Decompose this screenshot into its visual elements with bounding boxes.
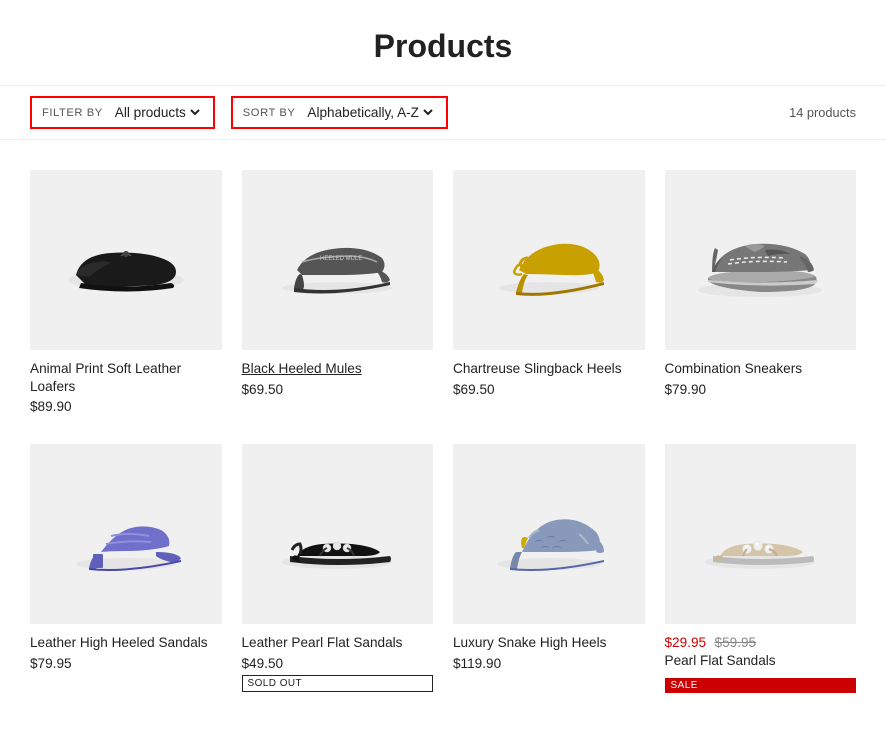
product-card: Luxury Snake High Heels $119.90 — [453, 444, 645, 693]
sort-group: SORT BY Alphabetically, A-Z Alphabetical… — [231, 96, 449, 129]
shoe-illustration-snake — [484, 494, 614, 574]
product-price: $89.90 — [30, 399, 222, 414]
product-card: HEELED MULE Black Heeled Mules $69.50 — [242, 170, 434, 414]
product-price: $69.50 — [242, 382, 434, 397]
price-original: $59.95 — [715, 635, 757, 650]
product-name: Pearl Flat Sandals — [665, 652, 857, 670]
product-card: Combination Sneakers $79.90 — [665, 170, 857, 414]
page-title: Products — [0, 0, 886, 85]
product-card: Animal Print Soft Leather Loafers $89.90 — [30, 170, 222, 414]
sale-badge: SALE — [665, 678, 857, 693]
product-pricing: $29.95 $59.95 — [665, 634, 857, 652]
product-name: Chartreuse Slingback Heels — [453, 360, 645, 378]
shoe-illustration-flat-black — [272, 494, 402, 574]
product-name: Combination Sneakers — [665, 360, 857, 378]
product-image[interactable] — [453, 444, 645, 624]
product-image[interactable] — [30, 170, 222, 350]
product-price: $79.90 — [665, 382, 857, 397]
product-image[interactable] — [453, 170, 645, 350]
shoe-illustration-loafer — [61, 220, 191, 300]
svg-text:HEELED MULE: HEELED MULE — [320, 256, 362, 262]
sort-select[interactable]: Alphabetically, A-Z Alphabetically, Z-A … — [303, 104, 436, 121]
shoe-illustration-sneaker — [690, 220, 830, 300]
product-price: $79.95 — [30, 656, 222, 671]
sold-out-badge: SOLD OUT — [242, 675, 434, 692]
product-name: Leather Pearl Flat Sandals — [242, 634, 434, 652]
filter-group: FILTER BY All products Sandals Heels Sne… — [30, 96, 215, 129]
product-card: $29.95 $59.95 Pearl Flat Sandals SALE — [665, 444, 857, 693]
shoe-illustration-slingback — [484, 220, 614, 300]
product-name[interactable]: Black Heeled Mules — [242, 360, 434, 378]
product-price: $119.90 — [453, 656, 645, 671]
controls-bar: FILTER BY All products Sandals Heels Sne… — [0, 85, 886, 140]
sort-label: SORT BY — [243, 107, 296, 119]
product-card: Leather High Heeled Sandals $79.95 — [30, 444, 222, 693]
product-price: $49.50 — [242, 656, 434, 671]
product-name: Luxury Snake High Heels — [453, 634, 645, 652]
shoe-illustration-mule: HEELED MULE — [272, 220, 402, 300]
shoe-illustration-sandal-blue — [61, 494, 191, 574]
product-image[interactable]: HEELED MULE — [242, 170, 434, 350]
filter-select[interactable]: All products Sandals Heels Sneakers Loaf… — [111, 104, 203, 121]
price-sale: $29.95 — [665, 635, 707, 650]
product-name: Animal Print Soft Leather Loafers — [30, 360, 222, 395]
product-image[interactable] — [665, 444, 857, 624]
product-card: Chartreuse Slingback Heels $69.50 — [453, 170, 645, 414]
shoe-illustration-pearl — [695, 494, 825, 574]
product-name: Leather High Heeled Sandals — [30, 634, 222, 652]
product-image[interactable] — [30, 444, 222, 624]
products-count: 14 products — [789, 105, 856, 120]
product-image[interactable] — [665, 170, 857, 350]
filter-label: FILTER BY — [42, 107, 103, 119]
products-grid: Animal Print Soft Leather Loafers $89.90… — [0, 160, 886, 733]
product-image[interactable] — [242, 444, 434, 624]
product-card: Leather Pearl Flat Sandals $49.50 SOLD O… — [242, 444, 434, 693]
product-price: $69.50 — [453, 382, 645, 397]
